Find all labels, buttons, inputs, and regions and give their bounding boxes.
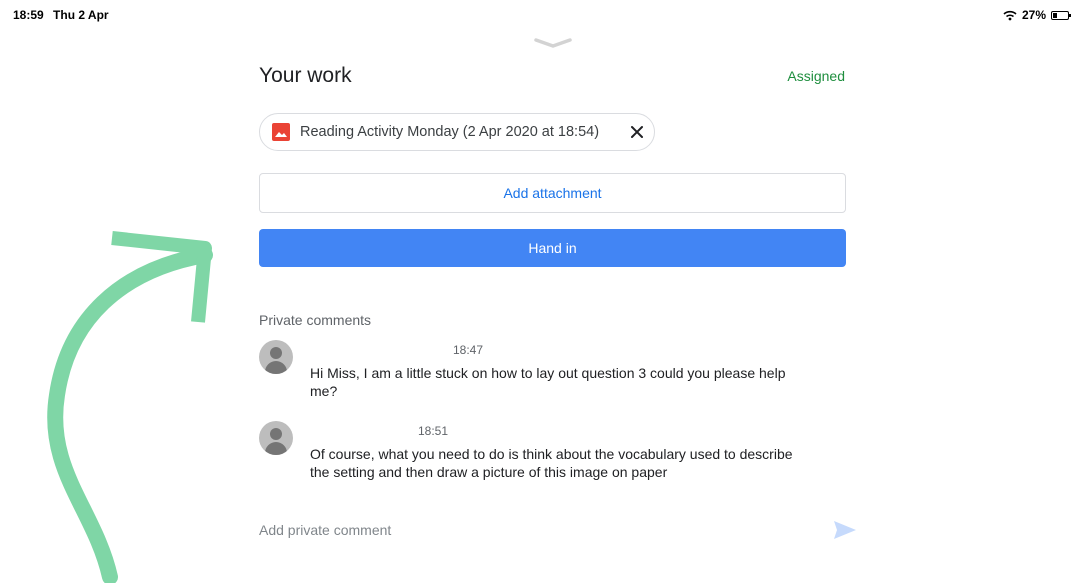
status-bar: 18:59 Thu 2 Apr 27% xyxy=(0,0,1079,30)
comment-item: 18:47 Hi Miss, I am a little stuck on ho… xyxy=(259,340,819,400)
comment-time: 18:47 xyxy=(453,343,484,357)
avatar xyxy=(259,340,293,374)
wifi-icon xyxy=(1003,10,1017,20)
send-icon[interactable] xyxy=(833,520,857,540)
image-file-icon xyxy=(272,123,290,141)
attachment-chip[interactable]: Reading Activity Monday (2 Apr 2020 at 1… xyxy=(259,113,655,151)
status-left: 18:59 Thu 2 Apr xyxy=(13,8,109,22)
add-attachment-button[interactable]: Add attachment xyxy=(259,173,846,213)
avatar xyxy=(259,421,293,455)
private-comments-header: Private comments xyxy=(259,312,372,328)
status-date: Thu 2 Apr xyxy=(53,8,109,22)
comment-text: Hi Miss, I am a little stuck on how to l… xyxy=(310,365,786,399)
attachment-name: Reading Activity Monday (2 Apr 2020 at 1… xyxy=(300,124,600,140)
private-comment-input[interactable]: Add private comment xyxy=(259,522,391,538)
battery-percent: 27% xyxy=(1021,8,1046,22)
status-right: 27% xyxy=(1003,8,1071,22)
hand-in-button[interactable]: Hand in xyxy=(259,229,846,267)
comment-time: 18:51 xyxy=(418,424,449,438)
comment-item: 18:51 Of course, what you need to do is … xyxy=(259,421,819,481)
status-time: 18:59 xyxy=(13,8,44,22)
chevron-down-icon[interactable] xyxy=(533,36,573,50)
status-badge: Assigned xyxy=(787,68,845,84)
annotation-arrow xyxy=(47,231,213,583)
battery-icon xyxy=(1051,10,1071,20)
close-icon[interactable] xyxy=(628,123,646,141)
comment-text: Of course, what you need to do is think … xyxy=(310,446,793,480)
page-title: Your work xyxy=(259,64,352,87)
